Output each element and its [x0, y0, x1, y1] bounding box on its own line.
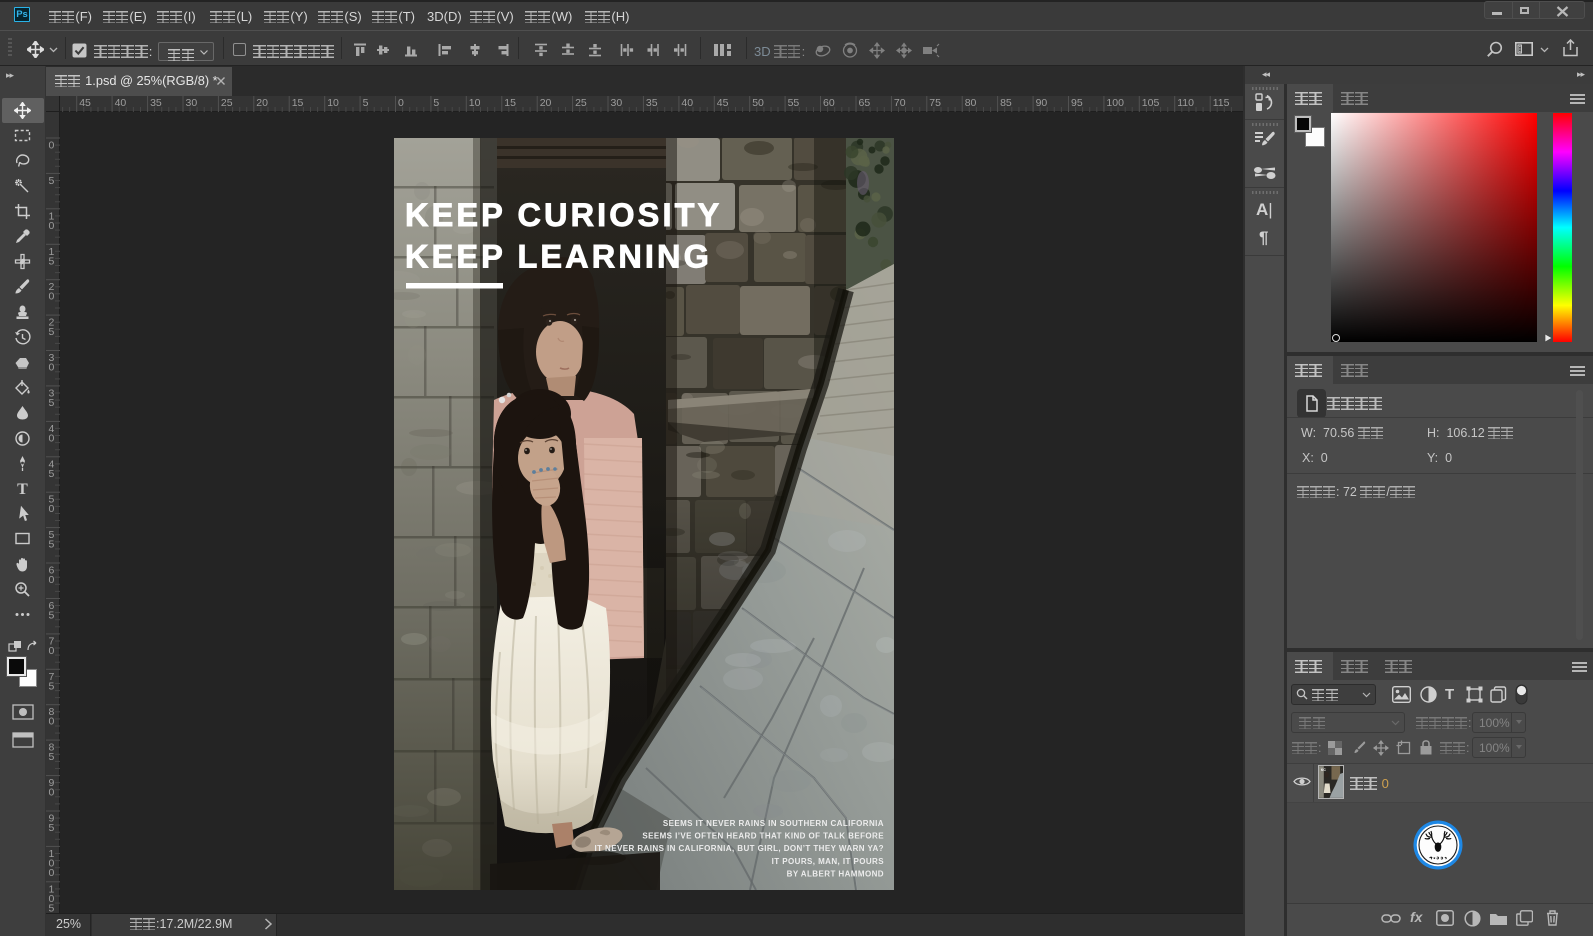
svg-text:45: 45 [717, 97, 729, 109]
svg-text:5: 5 [49, 397, 55, 409]
svg-text:75: 75 [929, 97, 941, 109]
svg-text:IT POURS, MAN, IT POURS: IT POURS, MAN, IT POURS [772, 857, 885, 866]
svg-text:5: 5 [49, 680, 55, 692]
svg-text:70: 70 [894, 97, 906, 109]
svg-text:5: 5 [49, 610, 55, 622]
svg-text:35: 35 [646, 97, 658, 109]
svg-text:25: 25 [575, 97, 587, 109]
svg-text:5: 5 [49, 468, 55, 480]
svg-text:30: 30 [186, 97, 198, 109]
svg-text:40: 40 [681, 97, 693, 109]
svg-text:45: 45 [79, 97, 91, 109]
svg-text:0: 0 [49, 140, 55, 152]
svg-text:T: T [17, 481, 28, 497]
svg-text:90: 90 [1036, 97, 1048, 109]
svg-text:SEEMS IT NEVER RAINS IN SOUTHE: SEEMS IT NEVER RAINS IN SOUTHERN CALIFOR… [663, 819, 884, 828]
svg-text:0: 0 [49, 574, 55, 586]
svg-text:20: 20 [540, 97, 552, 109]
svg-text:105: 105 [1142, 97, 1160, 109]
svg-text:5: 5 [49, 751, 55, 763]
svg-text:80: 80 [965, 97, 977, 109]
svg-text:95: 95 [1071, 97, 1083, 109]
svg-text:0: 0 [49, 362, 55, 374]
svg-text:65: 65 [859, 97, 871, 109]
svg-text:40: 40 [115, 97, 127, 109]
svg-text:5: 5 [49, 539, 55, 551]
svg-text:IT NEVER RAINS IN CALIFORNIA,: IT NEVER RAINS IN CALIFORNIA, BUT GIRL, … [594, 844, 884, 853]
svg-text:0: 0 [49, 867, 55, 879]
svg-text:30: 30 [611, 97, 623, 109]
svg-text:0: 0 [49, 220, 55, 232]
svg-text:10: 10 [327, 97, 339, 109]
svg-text:5: 5 [49, 326, 55, 338]
svg-text:SEEMS I’VE OFTEN HEARD THAT KI: SEEMS I’VE OFTEN HEARD THAT KIND OF TALK… [642, 832, 884, 841]
svg-text:BY ALBERT HAMMOND: BY ALBERT HAMMOND [787, 869, 884, 878]
svg-text:50: 50 [752, 97, 764, 109]
svg-text:0: 0 [49, 291, 55, 303]
svg-text:20: 20 [256, 97, 268, 109]
svg-text:0: 0 [49, 787, 55, 799]
svg-text:0: 0 [49, 432, 55, 444]
svg-text:KEEP CURIOSITY: KEEP CURIOSITY [405, 197, 722, 233]
svg-text:10: 10 [469, 97, 481, 109]
svg-text:100: 100 [1106, 97, 1124, 109]
svg-text:0: 0 [49, 716, 55, 728]
svg-text:0: 0 [49, 645, 55, 657]
svg-text:0: 0 [49, 503, 55, 515]
svg-text:60: 60 [823, 97, 835, 109]
svg-text:KEEP LEARNING: KEEP LEARNING [405, 239, 712, 275]
svg-text:5: 5 [49, 255, 55, 267]
svg-text:KC: KC [1321, 768, 1326, 772]
svg-text:115: 115 [1213, 97, 1230, 109]
svg-text:85: 85 [1000, 97, 1012, 109]
svg-text:15: 15 [504, 97, 516, 109]
svg-text:35: 35 [150, 97, 162, 109]
svg-text:5: 5 [49, 822, 55, 834]
svg-text:25: 25 [221, 97, 233, 109]
svg-text:5: 5 [49, 175, 55, 187]
svg-text:110: 110 [1177, 97, 1194, 109]
svg-text:55: 55 [788, 97, 800, 109]
svg-text:15: 15 [292, 97, 304, 109]
